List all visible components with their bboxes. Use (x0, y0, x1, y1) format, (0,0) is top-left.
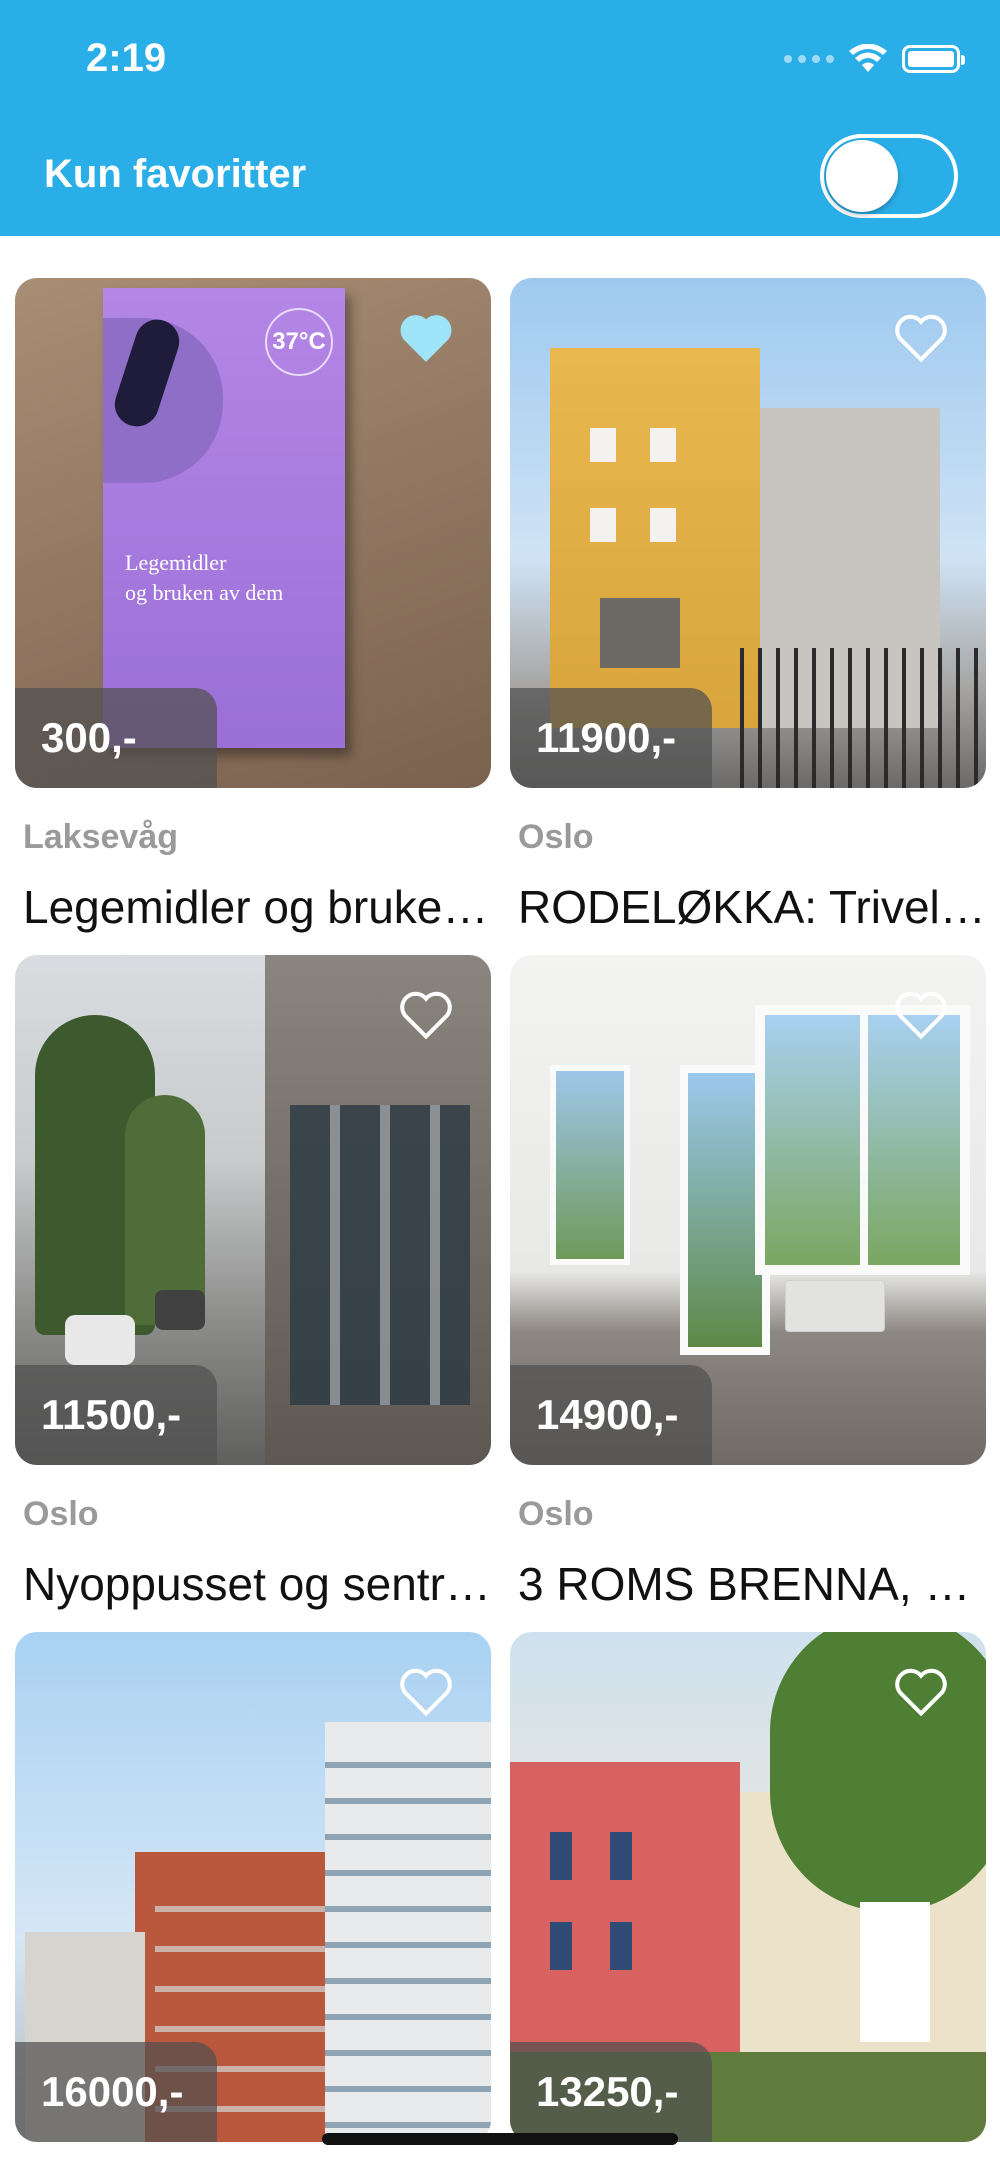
listing-title: RODELØKKA: Trivelig leilighet (518, 881, 986, 933)
favorites-toggle[interactable] (820, 134, 958, 218)
heart-icon[interactable] (399, 989, 453, 1039)
listing-location: Oslo (518, 1495, 594, 1533)
heart-icon[interactable] (894, 312, 948, 362)
status-icons (784, 44, 965, 74)
home-indicator (322, 2133, 678, 2145)
listing-photo: 14900,- (510, 955, 986, 1465)
status-time: 2:19 (86, 36, 167, 80)
listing-photo: 11500,- (15, 955, 491, 1465)
price-tag: 16000,- (15, 2042, 217, 2142)
listing-card[interactable]: 37°C Legemidler og bruken av dem 300,- La… (15, 278, 491, 933)
price-tag: 13250,- (510, 2042, 712, 2142)
listing-photo: 16000,- (15, 1632, 491, 2142)
listing-card[interactable]: 13250,- (510, 1632, 986, 2142)
heart-icon[interactable] (399, 312, 453, 362)
listing-location: Laksevåg (23, 818, 178, 856)
favorites-filter-label: Kun favoritter (44, 152, 307, 196)
price-tag: 14900,- (510, 1365, 712, 1465)
top-bar: 2:19 Kun favoritter (0, 0, 1000, 236)
price-tag: 300,- (15, 688, 217, 788)
wifi-icon (849, 44, 887, 72)
listing-location: Oslo (23, 1495, 99, 1533)
listing-photo: 37°C Legemidler og bruken av dem 300,- (15, 278, 491, 788)
listing-location: Oslo (518, 818, 594, 856)
listing-card[interactable]: 14900,- Oslo 3 ROMS BRENNA, nyoppusset (510, 955, 986, 1610)
listing-title: Legemidler og bruken av dem (23, 881, 491, 933)
listing-title: 3 ROMS BRENNA, nyoppusset (518, 1558, 986, 1610)
toggle-knob (826, 140, 898, 212)
listing-card[interactable]: 11900,- Oslo RODELØKKA: Trivelig leiligh… (510, 278, 986, 933)
listing-photo: 13250,- (510, 1632, 986, 2142)
battery-icon (902, 45, 965, 73)
heart-icon[interactable] (399, 1666, 453, 1716)
price-tag: 11900,- (510, 688, 712, 788)
listing-photo: 11900,- (510, 278, 986, 788)
signal-icon (784, 55, 834, 63)
listing-card[interactable]: 11500,- Oslo Nyoppusset og sentral leili… (15, 955, 491, 1610)
price-tag: 11500,- (15, 1365, 217, 1465)
listing-title: Nyoppusset og sentral leilighet (23, 1558, 491, 1610)
heart-icon[interactable] (894, 1666, 948, 1716)
listing-card[interactable]: 16000,- (15, 1632, 491, 2142)
heart-icon[interactable] (894, 989, 948, 1039)
